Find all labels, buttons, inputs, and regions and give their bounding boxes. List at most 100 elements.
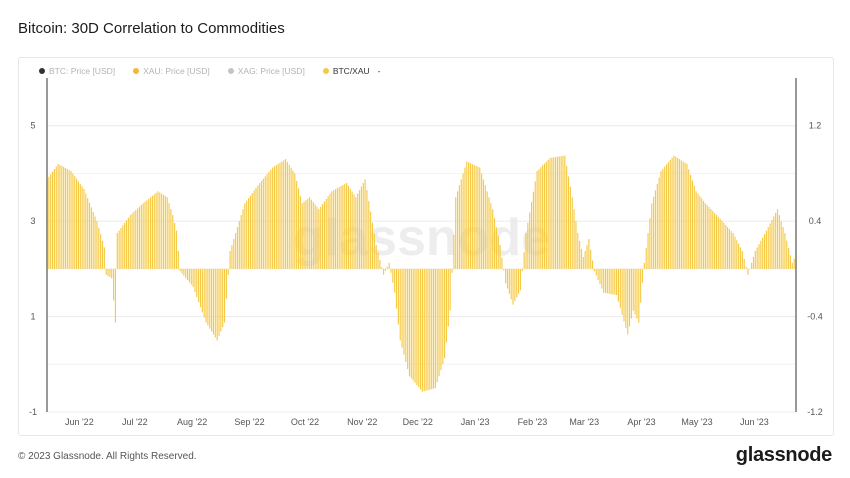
data-bar xyxy=(222,268,224,328)
data-bar xyxy=(597,268,599,280)
chart-plot: glassnode531-11.20.4-0.4-1.2Jun '22 Jul '… xyxy=(29,78,823,427)
data-bar xyxy=(48,176,50,269)
data-bar xyxy=(212,268,215,335)
data-bar xyxy=(229,250,231,269)
x-tick-label: Jan '23 xyxy=(461,417,490,427)
data-bar xyxy=(506,268,509,289)
data-bar xyxy=(562,155,564,269)
data-bar xyxy=(427,268,429,391)
data-bar xyxy=(776,209,779,269)
data-bar xyxy=(558,156,560,269)
data-bar xyxy=(303,201,305,269)
data-bar xyxy=(260,180,263,269)
data-bar xyxy=(665,164,668,269)
data-bar xyxy=(196,268,198,297)
data-bar xyxy=(505,268,507,284)
data-bar xyxy=(527,222,529,269)
data-bar xyxy=(432,268,435,389)
data-bar xyxy=(159,192,161,269)
data-bar xyxy=(686,163,688,269)
data-bar xyxy=(142,203,144,269)
data-bar xyxy=(403,268,405,355)
data-bar xyxy=(514,268,516,302)
data-bar xyxy=(536,171,538,269)
data-bar xyxy=(604,268,607,294)
data-bar xyxy=(133,211,135,269)
data-bar xyxy=(649,218,651,269)
data-bar xyxy=(614,268,616,295)
data-bar xyxy=(438,268,440,377)
data-bar xyxy=(440,268,442,371)
data-bar xyxy=(518,268,520,294)
x-tick-label: May '23 xyxy=(681,417,712,427)
data-bar xyxy=(619,268,621,309)
data-bar xyxy=(464,167,466,269)
chart-frame: BTC: Price [USD] XAU: Price [USD] XAG: P… xyxy=(18,57,834,436)
data-bar xyxy=(534,181,536,269)
data-bar xyxy=(349,188,351,269)
data-bar xyxy=(175,230,178,269)
data-bar xyxy=(397,268,399,325)
data-bar xyxy=(50,174,52,269)
data-bar xyxy=(399,268,401,341)
data-bar xyxy=(543,163,546,269)
data-bar xyxy=(216,268,218,341)
data-bar xyxy=(658,177,660,269)
data-bar xyxy=(98,227,100,269)
data-bar xyxy=(118,230,120,269)
data-bar xyxy=(268,171,270,269)
data-bar xyxy=(643,262,645,269)
data-bar xyxy=(386,266,388,269)
data-bar xyxy=(207,268,209,326)
data-bar xyxy=(560,156,562,269)
data-bar xyxy=(667,162,669,269)
data-bar xyxy=(392,268,394,283)
data-bar xyxy=(246,200,248,269)
data-bar xyxy=(236,227,239,269)
data-bar xyxy=(732,233,734,269)
data-bar xyxy=(466,161,468,269)
data-bar xyxy=(340,186,342,269)
data-bar xyxy=(651,203,653,269)
data-bar xyxy=(242,209,244,269)
y-left-tick-label: 5 xyxy=(30,121,35,131)
data-bar xyxy=(61,165,63,269)
data-bar xyxy=(444,268,446,359)
data-bar xyxy=(309,197,311,269)
data-bar xyxy=(636,268,638,319)
data-bar xyxy=(486,191,488,269)
data-bar xyxy=(388,262,390,269)
data-bar xyxy=(299,195,301,269)
data-bar xyxy=(493,218,496,269)
data-bar xyxy=(333,190,335,269)
data-bar xyxy=(516,268,518,298)
data-bar xyxy=(405,268,407,362)
data-bar xyxy=(336,188,338,269)
data-bar xyxy=(423,268,425,392)
data-bar xyxy=(325,198,327,269)
data-bar xyxy=(83,188,85,269)
data-bar xyxy=(612,268,614,295)
data-bar xyxy=(678,159,681,269)
data-bar xyxy=(270,169,272,269)
data-bar xyxy=(688,169,690,269)
data-bar xyxy=(780,221,782,269)
data-bar xyxy=(390,268,392,273)
data-bar xyxy=(366,190,368,269)
data-bar xyxy=(146,200,148,269)
data-bar xyxy=(747,268,749,275)
data-bar xyxy=(627,268,629,335)
data-bar xyxy=(384,268,387,271)
data-bar xyxy=(680,160,682,269)
data-bar xyxy=(625,268,627,328)
data-bar xyxy=(538,169,540,269)
data-bar xyxy=(401,268,403,348)
x-tick-label: Feb '23 xyxy=(518,417,548,427)
data-bar xyxy=(162,194,165,269)
data-bar xyxy=(569,186,571,269)
data-bar xyxy=(281,161,283,269)
data-bar xyxy=(699,196,701,269)
data-bar xyxy=(211,268,213,332)
data-bar xyxy=(249,195,252,269)
data-bar xyxy=(675,156,677,269)
